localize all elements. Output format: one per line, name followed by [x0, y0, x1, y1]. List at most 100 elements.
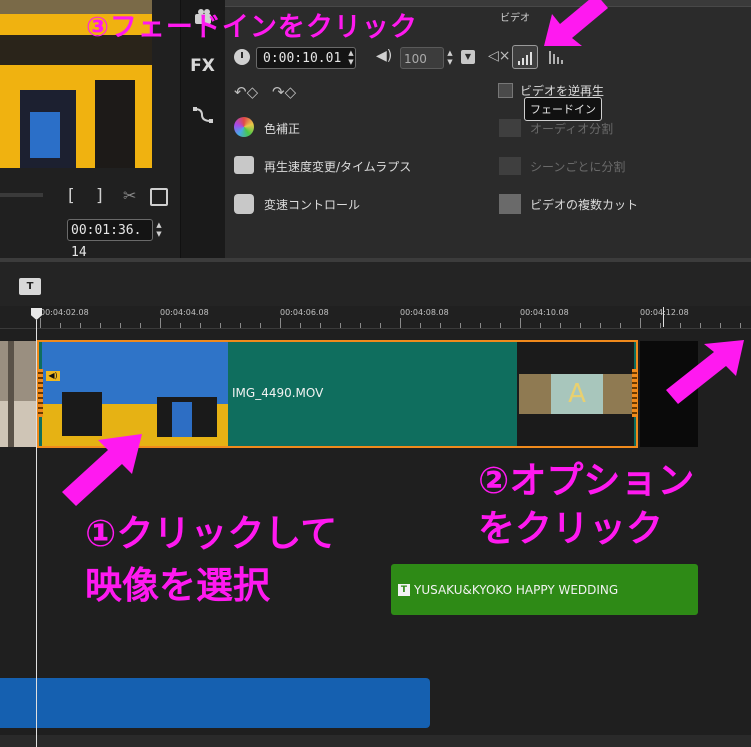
- ruler-tick: [200, 323, 201, 328]
- speaker-icon: ◀): [376, 48, 393, 64]
- annotation-step2-line1: ②オプション: [478, 459, 695, 502]
- music-clip[interactable]: [0, 678, 430, 728]
- annotation-step3: ③フェードインをクリック: [86, 12, 418, 43]
- ruler-tick: [480, 323, 481, 328]
- ruler-tick: [500, 323, 501, 328]
- path-icon[interactable]: [192, 106, 214, 124]
- mark-in-button[interactable]: [: [68, 186, 75, 206]
- ruler-tick-label: 00:04:08.08: [400, 308, 449, 317]
- ruler-tick: [600, 323, 601, 328]
- ruler-tick: [460, 323, 461, 328]
- multicut-button[interactable]: ビデオの複数カット: [530, 196, 638, 213]
- ruler-tick: [100, 323, 101, 328]
- scene-split-icon: [499, 157, 521, 175]
- annotation-arrow-fadein: [544, 0, 608, 46]
- fadein-tooltip: フェードイン: [524, 97, 602, 121]
- playhead-line: [36, 320, 37, 747]
- ruler-tick: [160, 318, 161, 328]
- ruler-tick: [740, 323, 741, 328]
- ruler-tick: [680, 323, 681, 328]
- volume-menu-button[interactable]: ▼: [461, 50, 475, 64]
- audio-split-button: オーディオ分割: [530, 122, 614, 136]
- ruler-tick-label: 00:04:10.08: [520, 308, 569, 317]
- ruler-tick: [260, 323, 261, 328]
- cut-icon[interactable]: ✂: [123, 186, 136, 205]
- ruler-tick-label: 00:04:02.08: [40, 308, 89, 317]
- clock-icon: [234, 49, 250, 65]
- ruler-tick: [360, 323, 361, 328]
- ruler-tick: [640, 318, 641, 328]
- clip-end-thumbnail: A: [517, 342, 634, 446]
- ruler-tick: [120, 323, 121, 328]
- ruler-tick: [340, 323, 341, 328]
- clip-name: IMG_4490.MOV: [232, 386, 324, 400]
- timeline-ruler[interactable]: 00:04:02.08 00:04:04.08 00:04:06.08 00:0…: [0, 306, 751, 329]
- mute-icon[interactable]: ◁×: [488, 48, 511, 64]
- ruler-marker: [663, 307, 664, 327]
- varspeed-icon[interactable]: [234, 194, 254, 214]
- variable-speed-button[interactable]: 変速コントロール: [264, 196, 360, 213]
- ruler-tick: [560, 323, 561, 328]
- title-clip-icon: T: [398, 584, 410, 596]
- fx-icon[interactable]: FX: [180, 56, 225, 76]
- ruler-tick: [280, 318, 281, 328]
- title-clip-label: YUSAKU&KYOKO HAPPY WEDDING: [414, 583, 619, 597]
- ruler-tick: [140, 323, 141, 328]
- audio-badge: ◀): [46, 371, 60, 381]
- color-icon[interactable]: [234, 117, 254, 137]
- ruler-tick: [700, 323, 701, 328]
- timecode-stepper[interactable]: ▲ ▼: [154, 221, 164, 241]
- color-correction-button[interactable]: 色補正: [264, 120, 300, 137]
- rotate-left-icon[interactable]: ↶◇: [234, 83, 258, 101]
- ruler-tick: [180, 323, 181, 328]
- rotate-right-icon[interactable]: ↷◇: [272, 83, 296, 101]
- reverse-checkbox[interactable]: [498, 83, 513, 98]
- ruler-tick: [300, 323, 301, 328]
- ruler-tick: [660, 323, 661, 328]
- annotation-step1-line2: 映像を選択: [85, 564, 270, 607]
- previous-clip[interactable]: [0, 341, 36, 447]
- annotation-arrow-options: [666, 340, 744, 404]
- speed-icon[interactable]: [234, 156, 254, 174]
- video-section-header: ビデオ: [500, 13, 530, 24]
- ruler-tick: [720, 323, 721, 328]
- preview-timecode-field[interactable]: 00:01:36. 14: [67, 219, 153, 260]
- ruler-tick: [80, 323, 81, 328]
- duration-stepper[interactable]: ▲ ▼: [346, 49, 356, 69]
- clip-trim-handle-left[interactable]: [38, 369, 43, 417]
- copy-icon[interactable]: [150, 188, 168, 206]
- duration-field[interactable]: 0:00:10.01: [256, 47, 356, 69]
- ruler-tick-label: 00:04:04.08: [160, 308, 209, 317]
- ruler-tick: [620, 323, 621, 328]
- audio-split-icon: [499, 119, 521, 137]
- ruler-tick-label: 00:04:06.08: [280, 308, 329, 317]
- ruler-tick: [580, 323, 581, 328]
- mark-out-button[interactable]: ]: [96, 186, 103, 206]
- multicut-icon[interactable]: [499, 194, 521, 214]
- ruler-tick: [60, 323, 61, 328]
- ruler-tick-label: 00:04:12.08: [640, 308, 689, 317]
- ruler-tick: [380, 323, 381, 328]
- volume-stepper[interactable]: ▲ ▼: [445, 49, 455, 69]
- ruler-tick: [240, 323, 241, 328]
- ruler-tick: [520, 318, 521, 328]
- timeline-scrollbar[interactable]: [0, 735, 751, 747]
- ruler-tick: [220, 323, 221, 328]
- timeline-toolbar: [0, 262, 751, 306]
- ruler-tick: [440, 323, 441, 328]
- speed-timelapse-button[interactable]: 再生速度変更/タイムラプス: [264, 158, 411, 175]
- preview-scrubber[interactable]: [0, 193, 43, 197]
- scene-split-button: シーンごとに分割: [530, 160, 626, 174]
- title-track-icon[interactable]: T: [19, 278, 41, 295]
- annotation-step2-line2: をクリック: [478, 507, 663, 550]
- ruler-tick: [420, 323, 421, 328]
- ruler-tick: [320, 323, 321, 328]
- annotation-step1-line1: ①クリックして: [85, 512, 338, 555]
- voice-track[interactable]: [0, 618, 751, 676]
- ruler-tick: [400, 318, 401, 328]
- clip-trim-handle-right[interactable]: [632, 369, 637, 417]
- volume-field[interactable]: 100: [400, 47, 444, 69]
- ruler-tick: [540, 323, 541, 328]
- fadein-button[interactable]: [512, 45, 538, 69]
- ruler-tick: [40, 318, 41, 328]
